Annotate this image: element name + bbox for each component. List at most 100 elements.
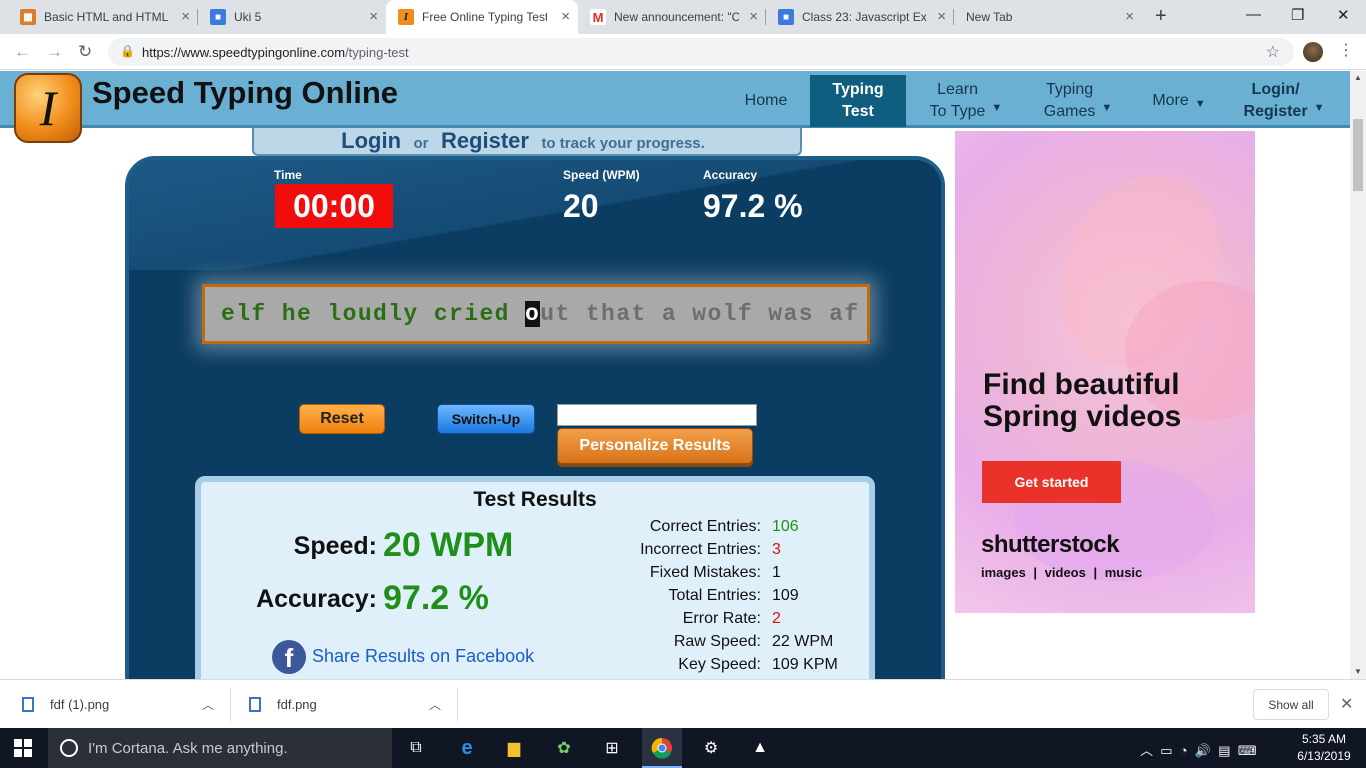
ad-get-started-button[interactable]: Get started <box>982 461 1121 503</box>
start-tile <box>14 749 22 757</box>
lock-icon: 🔒 <box>120 44 135 58</box>
nav-label: Login/ <box>1251 81 1300 98</box>
trello-icon: ▦ <box>20 9 36 25</box>
close-icon[interactable]: × <box>181 9 190 25</box>
site-logo-icon[interactable]: I <box>14 73 82 143</box>
restore-icon[interactable]: ❐ <box>1291 6 1304 24</box>
classroom-icon: ■ <box>210 9 226 25</box>
nav-typing-test[interactable]: Typing Test <box>810 75 906 127</box>
chevron-up-icon[interactable]: ︿ <box>429 696 441 713</box>
site-header: I Speed Typing Online Home Typing Test L… <box>0 71 1350 143</box>
close-window-icon[interactable]: ✕ <box>1337 6 1350 24</box>
panel-sheen <box>129 160 941 270</box>
incorrect-entries-value: 3 <box>772 541 781 558</box>
menu-icon[interactable]: ⋮ <box>1338 40 1354 60</box>
raw-speed-label: Raw Speed: <box>673 633 761 650</box>
clock-date: 6/13/2019 <box>1297 749 1351 763</box>
nav-label: Learn <box>937 81 978 98</box>
tab-uki[interactable]: ■ Uki 5 × <box>198 0 386 34</box>
test-results-box: Test Results Speed: 20 WPM Accuracy: 97.… <box>195 476 875 679</box>
reset-button[interactable]: Reset <box>299 404 385 434</box>
remaining-text: ut that a wolf was af <box>540 301 860 327</box>
accuracy-label: Accuracy <box>703 168 758 182</box>
page-scrollbar[interactable]: ▲ ▼ <box>1350 71 1366 679</box>
site-brand[interactable]: Speed Typing Online <box>92 75 398 111</box>
reload-icon[interactable]: ↻ <box>78 42 92 62</box>
show-all-button[interactable]: Show all <box>1253 689 1329 720</box>
chevron-up-icon[interactable]: ︿ <box>202 696 214 713</box>
chrome-logo <box>651 737 672 759</box>
personalize-input[interactable] <box>557 404 757 426</box>
register-link[interactable]: Register <box>441 128 529 153</box>
chrome-icon[interactable] <box>650 736 674 760</box>
nav-login-register[interactable]: Login/ Register ▼ <box>1236 75 1332 127</box>
speedtyping-icon: I <box>398 9 414 25</box>
bookmark-star-icon[interactable]: ☆ <box>1266 42 1280 62</box>
nav-login-text: Login/ Register <box>1244 79 1308 123</box>
switch-up-button[interactable]: Switch-Up <box>437 404 535 434</box>
downloads-bar: fdf (1).png ︿ fdf.png ︿ Show all ✕ <box>0 679 1366 728</box>
nav-learn[interactable]: Learn To Type ▼ <box>920 75 1012 127</box>
start-tile <box>24 739 32 747</box>
photos-icon[interactable]: ▲ <box>748 736 772 760</box>
start-tile <box>24 749 32 757</box>
ad-headline-line: Spring videos <box>983 400 1182 433</box>
download-item[interactable]: fdf.png ︿ <box>249 680 441 729</box>
close-icon[interactable]: × <box>561 9 570 25</box>
url-text[interactable]: https://www.speedtypingonline.com/typing… <box>142 45 409 60</box>
tab-gmail[interactable]: M New announcement: "C × <box>578 0 766 34</box>
scroll-up-icon[interactable]: ▲ <box>1354 73 1362 82</box>
edge-icon[interactable]: e <box>455 736 479 760</box>
results-title: Test Results <box>473 488 597 511</box>
nav-games[interactable]: Typing Games ▼ <box>1036 75 1120 127</box>
facebook-icon[interactable]: f <box>272 640 306 674</box>
new-tab-icon[interactable]: + <box>1155 5 1167 28</box>
total-entries-value: 109 <box>772 587 799 604</box>
shutterstock-ad[interactable]: Find beautiful Spring videos Get started… <box>955 131 1255 613</box>
close-icon[interactable]: × <box>369 9 378 25</box>
file-explorer-icon[interactable]: ▆ <box>502 736 526 760</box>
nav-more[interactable]: More ▼ <box>1144 75 1214 127</box>
scrollbar-thumb[interactable] <box>1353 119 1363 191</box>
login-link[interactable]: Login <box>341 128 401 153</box>
download-item[interactable]: fdf (1).png ︿ <box>22 680 214 729</box>
tab-basic-html[interactable]: ▦ Basic HTML and HTML5 × <box>8 0 198 34</box>
back-icon[interactable]: ← <box>14 42 31 62</box>
settings-gear-icon[interactable]: ⚙ <box>699 736 723 760</box>
nav-home[interactable]: Home <box>734 75 798 127</box>
share-facebook-link[interactable]: Share Results on Facebook <box>312 646 534 667</box>
taskbar-clock[interactable]: 5:35 AM 6/13/2019 <box>1295 731 1353 765</box>
ad-headline-line: Find beautiful <box>983 368 1180 401</box>
close-icon[interactable]: × <box>1125 9 1134 25</box>
scroll-down-icon[interactable]: ▼ <box>1354 667 1362 676</box>
image-file-icon <box>249 697 261 712</box>
speed-label: Speed (WPM) <box>563 168 640 182</box>
tab-class23[interactable]: ■ Class 23: Javascript Exer × <box>766 0 954 34</box>
clock-time: 5:35 AM <box>1301 732 1347 746</box>
tab-new-tab[interactable]: New Tab × <box>954 0 1142 34</box>
system-tray[interactable]: ︿ ▭ ◔ 🔊 ▤ ⌨ <box>1140 740 1257 759</box>
address-bar[interactable]: 🔒 https://www.speedtypingonline.com/typi… <box>108 38 1294 66</box>
result-accuracy-value: 97.2 % <box>383 579 489 617</box>
tab-typing-test[interactable]: I Free Online Typing Test × <box>386 0 578 34</box>
close-icon[interactable]: × <box>937 9 946 25</box>
cortana-search[interactable]: I'm Cortana. Ask me anything. <box>48 728 392 768</box>
typed-text: elf he loudly cried <box>221 301 526 327</box>
close-icon[interactable]: × <box>749 9 758 25</box>
store-icon[interactable]: ⊞ <box>600 736 624 760</box>
personalize-results-button[interactable]: Personalize Results <box>557 428 753 464</box>
profile-avatar[interactable] <box>1303 42 1323 62</box>
key-speed-label: Key Speed: <box>678 656 761 673</box>
windows-start-icon[interactable] <box>14 739 32 757</box>
app-icon[interactable]: ✿ <box>552 736 576 760</box>
classroom-icon: ■ <box>778 9 794 25</box>
minimize-icon[interactable]: — <box>1246 6 1261 23</box>
forward-icon[interactable]: → <box>46 42 63 62</box>
fixed-mistakes-label: Fixed Mistakes: <box>649 564 761 581</box>
timer-display: 00:00 <box>275 184 393 228</box>
url-host: https://www.speedtypingonline.com <box>142 45 346 60</box>
gmail-icon: M <box>590 9 606 25</box>
typing-text-box[interactable]: elf he loudly cried o ut that a wolf was … <box>202 284 870 344</box>
task-view-icon[interactable]: ⧉ <box>404 736 428 760</box>
close-icon[interactable]: ✕ <box>1340 694 1353 714</box>
